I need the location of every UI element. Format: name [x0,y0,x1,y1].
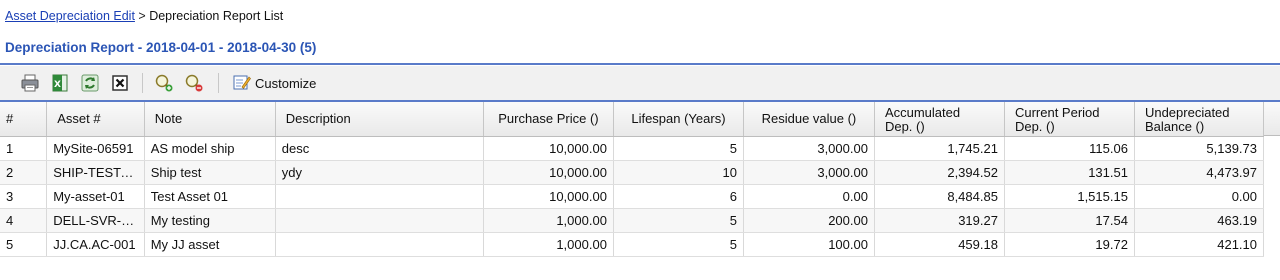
header-scroll-gutter [1264,102,1280,136]
cell-lifespan: 5 [613,232,744,257]
cell-current-period-dep: 115.06 [1004,136,1135,161]
column-header-undepreciated-balance[interactable]: Undepreciated Balance () [1134,102,1265,137]
zoom-out-button[interactable] [182,71,206,95]
cell-asset: DELL-SVR-00... [46,208,145,233]
cell-asset: MySite-06591 [46,136,145,161]
cell-purchase-price: 10,000.00 [483,136,614,161]
cell-current-period-dep: 1,515.15 [1004,184,1135,209]
table-row[interactable]: 2 SHIP-TEST-0... Ship test ydy 10,000.00… [0,160,1265,185]
cell-num: 4 [0,208,48,233]
table-header-row: # Asset # Note Description Purchase Pric… [0,102,1265,137]
cell-residue-value: 3,000.00 [743,136,875,161]
cell-description [275,232,484,257]
customize-icon [231,72,251,95]
column-header-num[interactable]: # [0,102,48,137]
table-row[interactable]: 4 DELL-SVR-00... My testing 1,000.00 5 2… [0,208,1265,233]
column-header-undepreciated-line1: Undepreciated [1144,104,1230,120]
cell-undepreciated-balance: 4,473.97 [1134,160,1265,185]
column-header-current-line2: Dep. () [1014,118,1055,134]
cell-purchase-price: 10,000.00 [483,184,614,209]
cell-residue-value: 0.00 [743,184,875,209]
cell-current-period-dep: 17.54 [1004,208,1135,233]
column-header-lifespan[interactable]: Lifespan (Years) [613,102,744,137]
cell-accumulated-dep: 459.18 [874,232,1005,257]
cell-note: My JJ asset [144,232,276,257]
cell-note: My testing [144,208,276,233]
cell-asset: JJ.CA.AC-001 [46,232,145,257]
cell-description [275,184,484,209]
toolbar-divider [218,73,219,93]
column-header-description[interactable]: Description [275,102,484,137]
cell-lifespan: 6 [613,184,744,209]
toolbar: X Customize [0,66,1280,100]
column-header-accumulated-dep[interactable]: Accumulated Dep. () [874,102,1005,137]
customize-button[interactable]: Customize [231,71,316,95]
cell-lifespan: 5 [613,208,744,233]
breadcrumb-link-asset-depreciation-edit[interactable]: Asset Depreciation Edit [5,9,135,23]
cell-num: 1 [0,136,48,161]
cell-undepreciated-balance: 463.19 [1134,208,1265,233]
cell-description: desc [275,136,484,161]
column-header-accumulated-line2: Dep. () [884,118,925,134]
cell-lifespan: 10 [613,160,744,185]
page-title: Depreciation Report - 2018-04-01 - 2018-… [5,40,317,55]
depreciation-report-table: # Asset # Note Description Purchase Pric… [0,102,1265,257]
cell-undepreciated-balance: 421.10 [1134,232,1265,257]
table-row[interactable]: 3 My-asset-01 Test Asset 01 10,000.00 6 … [0,184,1265,209]
export-excel-button[interactable]: X [48,71,72,95]
cell-note: AS model ship [144,136,276,161]
svg-text:X: X [54,80,61,90]
cell-num: 3 [0,184,48,209]
column-header-accumulated-line1: Accumulated [884,104,961,120]
cell-purchase-price: 1,000.00 [483,232,614,257]
cell-current-period-dep: 19.72 [1004,232,1135,257]
table-row[interactable]: 1 MySite-06591 AS model ship desc 10,000… [0,136,1265,161]
cell-note: Test Asset 01 [144,184,276,209]
report-title-bar: Depreciation Report - 2018-04-01 - 2018-… [0,35,1280,65]
print-button[interactable] [18,71,42,95]
column-header-current-period-dep[interactable]: Current Period Dep. () [1004,102,1135,137]
close-button[interactable] [108,71,132,95]
breadcrumb: Asset Depreciation Edit > Depreciation R… [5,9,283,23]
cell-lifespan: 5 [613,136,744,161]
print-icon [20,73,40,93]
cell-num: 5 [0,232,48,257]
breadcrumb-separator: > [134,9,150,23]
cell-residue-value: 3,000.00 [743,160,875,185]
close-icon [110,73,130,93]
cell-purchase-price: 10,000.00 [483,160,614,185]
cell-note: Ship test [144,160,276,185]
column-header-note[interactable]: Note [144,102,276,137]
cell-residue-value: 200.00 [743,208,875,233]
cell-accumulated-dep: 8,484.85 [874,184,1005,209]
column-header-current-line1: Current Period [1014,104,1100,120]
cell-asset: My-asset-01 [46,184,145,209]
excel-export-icon: X [50,73,70,93]
table-row[interactable]: 5 JJ.CA.AC-001 My JJ asset 1,000.00 5 10… [0,232,1265,257]
zoom-in-button[interactable] [152,71,176,95]
refresh-button[interactable] [78,71,102,95]
toolbar-divider [142,73,143,93]
cell-current-period-dep: 131.51 [1004,160,1135,185]
cell-purchase-price: 1,000.00 [483,208,614,233]
refresh-icon [80,73,100,93]
zoom-in-icon [154,73,174,93]
column-header-undepreciated-line2: Balance () [1144,118,1205,134]
cell-undepreciated-balance: 5,139.73 [1134,136,1265,161]
zoom-out-icon [184,73,204,93]
cell-accumulated-dep: 2,394.52 [874,160,1005,185]
cell-num: 2 [0,160,48,185]
cell-accumulated-dep: 1,745.21 [874,136,1005,161]
cell-accumulated-dep: 319.27 [874,208,1005,233]
column-header-residue-value[interactable]: Residue value () [743,102,875,137]
cell-undepreciated-balance: 0.00 [1134,184,1265,209]
breadcrumb-current: Depreciation Report List [149,9,284,23]
cell-description [275,208,484,233]
customize-label: Customize [255,75,317,91]
column-header-purchase-price[interactable]: Purchase Price () [483,102,614,137]
cell-description: ydy [275,160,484,185]
column-header-asset[interactable]: Asset # [46,102,145,137]
cell-residue-value: 100.00 [743,232,875,257]
cell-asset: SHIP-TEST-0... [46,160,145,185]
